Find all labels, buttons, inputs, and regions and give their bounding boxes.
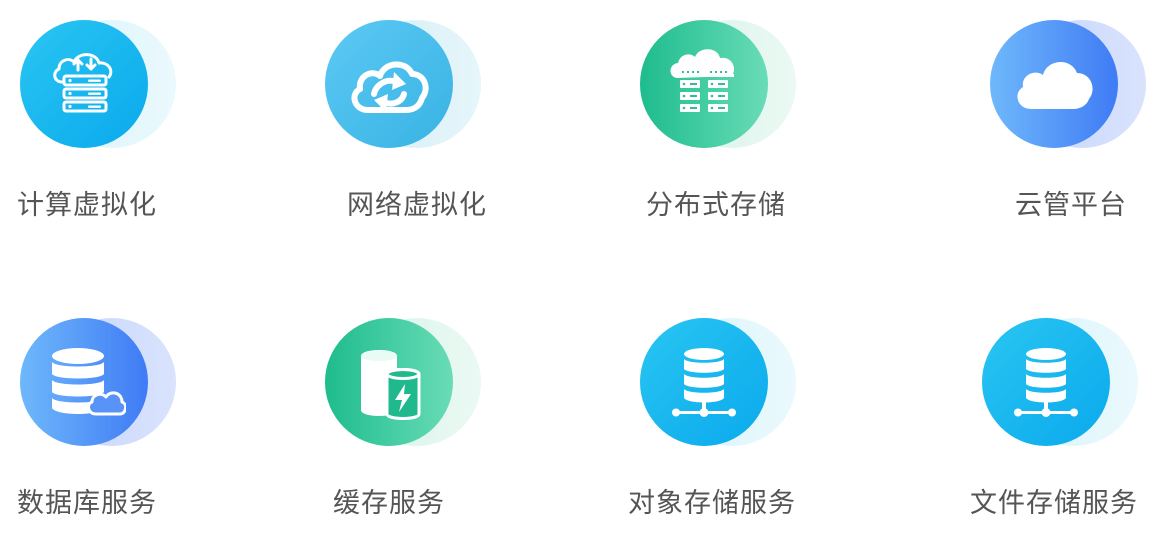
service-label: 分布式存储 [646,190,786,221]
cloud-sync-icon [351,61,429,113]
service-label: 缓存服务 [333,488,445,519]
service-icon-badge [990,20,1150,150]
service-icon-badge [640,20,800,150]
server-cloud-icon [53,53,113,113]
service-tile-distributed-storage[interactable]: 分布式存储 [640,20,840,240]
service-icon-badge [982,318,1142,448]
service-tile-object-storage-service[interactable]: 对象存储服务 [628,318,840,538]
service-tile-file-storage-service[interactable]: 文件存储服务 [970,318,1153,538]
database-cloud-icon [52,348,126,416]
service-tile-cloud-management-platform[interactable]: 云管平台 [990,20,1153,240]
cache-battery-icon [361,350,421,420]
database-network-icon [1014,348,1078,417]
service-icon-badge [640,318,800,448]
service-tile-network-virtualization[interactable]: 网络虚拟化 [325,20,525,240]
service-label: 对象存储服务 [628,488,796,519]
service-icon-badge [20,318,180,448]
service-tile-compute-virtualization[interactable]: 计算虚拟化 [17,20,220,240]
service-label: 计算虚拟化 [17,190,157,221]
cloud-storage-rack-icon [670,49,735,112]
service-tile-database-service[interactable]: 数据库服务 [17,318,220,538]
service-label: 文件存储服务 [970,488,1138,519]
service-icon-badge [325,318,485,448]
cloud-icon [1017,61,1093,109]
service-label: 云管平台 [1015,190,1127,221]
service-icon-badge [325,20,485,150]
database-network-icon [672,348,736,417]
service-label: 网络虚拟化 [347,190,487,221]
service-tile-cache-service[interactable]: 缓存服务 [325,318,525,538]
service-label: 数据库服务 [17,488,157,519]
service-icon-badge [20,20,180,150]
